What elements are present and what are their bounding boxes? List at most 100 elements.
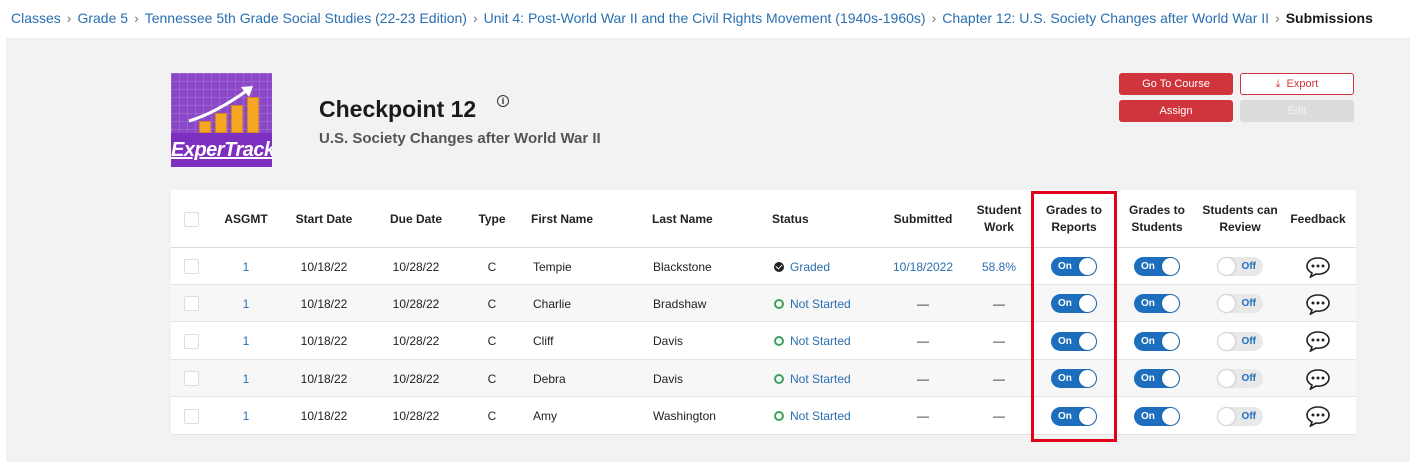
grades-to-students-toggle-label: On xyxy=(1141,335,1155,347)
grades-to-students-toggle[interactable]: On xyxy=(1134,331,1180,351)
row-checkbox[interactable] xyxy=(183,371,199,387)
status-link[interactable]: Graded xyxy=(790,260,830,274)
table-row: 1 10/18/22 10/28/22 C Tempie Blackstone Graded… xyxy=(171,248,1356,285)
grades-to-students-toggle[interactable]: On xyxy=(1134,294,1180,314)
breadcrumb-current: Submissions xyxy=(1285,10,1373,26)
chat-bubble-icon[interactable] xyxy=(1305,368,1331,390)
submitted-value: — xyxy=(917,296,929,311)
column-header-submitted[interactable]: Submitted xyxy=(883,190,963,248)
column-header-type[interactable]: Type xyxy=(471,190,513,248)
students-can-review-toggle-label: Off xyxy=(1241,410,1256,422)
row-checkbox[interactable] xyxy=(183,408,199,424)
student-work-value[interactable]: 58.8% xyxy=(982,260,1016,274)
assign-button[interactable]: Assign xyxy=(1119,100,1233,122)
toggle-knob xyxy=(1218,258,1235,275)
go-to-course-button[interactable]: Go To Course xyxy=(1119,73,1233,95)
due-date-cell: 10/28/22 xyxy=(392,371,440,386)
feedback-cell xyxy=(1283,285,1353,322)
toggle-knob xyxy=(1162,370,1179,388)
breadcrumb-chapter[interactable]: Chapter 12: U.S. Society Changes after W… xyxy=(942,10,1269,26)
breadcrumb-grade[interactable]: Grade 5 xyxy=(77,10,128,26)
start-date-cell: 10/18/22 xyxy=(300,409,348,424)
row-checkbox[interactable] xyxy=(183,259,199,274)
column-header-due-date[interactable]: Due Date xyxy=(379,190,453,248)
grades-to-students-toggle[interactable]: On xyxy=(1134,369,1180,389)
column-header-first-name[interactable]: First Name xyxy=(531,190,641,248)
grades-to-students-toggle[interactable]: On xyxy=(1134,257,1180,276)
column-header-status[interactable]: Status xyxy=(772,190,872,248)
submitted-value: — xyxy=(917,334,929,349)
students-can-review-toggle[interactable]: Off xyxy=(1217,331,1263,351)
student-work-value: — xyxy=(993,409,1005,424)
open-circle-icon xyxy=(774,336,784,347)
row-checkbox[interactable] xyxy=(183,296,199,312)
status-cell: Not Started xyxy=(774,323,884,360)
column-header-student-work[interactable]: Student Work xyxy=(969,190,1029,248)
chat-bubble-icon[interactable] xyxy=(1305,293,1331,315)
grades-to-students-toggle[interactable]: On xyxy=(1134,406,1180,426)
toggle-knob xyxy=(1218,370,1235,388)
select-all-cell[interactable] xyxy=(179,190,203,248)
column-header-start-date[interactable]: Start Date xyxy=(286,190,362,248)
students-can-review-toggle-label: Off xyxy=(1241,335,1256,347)
toggle-knob xyxy=(1162,258,1179,275)
row-select-cell[interactable] xyxy=(179,398,203,435)
table-row: 1 10/18/22 10/28/22 C Charlie Bradshaw Not Sta… xyxy=(171,285,1356,323)
due-date-cell: 10/28/22 xyxy=(392,296,440,311)
row-select-cell[interactable] xyxy=(179,248,203,285)
students-can-review-toggle-label: Off xyxy=(1241,261,1256,272)
first-name-cell: Cliff xyxy=(533,334,554,349)
column-header-last-name[interactable]: Last Name xyxy=(652,190,762,248)
status-link[interactable]: Not Started xyxy=(790,372,851,386)
export-button[interactable]: ⤓ Export xyxy=(1240,73,1354,95)
breadcrumb-unit[interactable]: Unit 4: Post-World War II and the Civil … xyxy=(484,10,926,26)
asgmt-link[interactable]: 1 xyxy=(243,409,250,423)
submitted-value[interactable]: 10/18/2022 xyxy=(893,260,953,274)
column-header-students-can-review[interactable]: Students can Review xyxy=(1201,190,1279,248)
status-link[interactable]: Not Started xyxy=(790,297,851,311)
info-icon[interactable]: i xyxy=(497,95,509,107)
edit-button: Edit xyxy=(1240,100,1354,122)
breadcrumb-classes[interactable]: Classes xyxy=(11,10,61,26)
row-select-cell[interactable] xyxy=(179,360,203,397)
student-work-value: — xyxy=(993,296,1005,311)
last-name-cell: Washington xyxy=(653,409,716,424)
grades-to-students-toggle-label: On xyxy=(1141,298,1155,310)
table-row: 1 10/18/22 10/28/22 C Debra Davis Not Started —… xyxy=(171,360,1356,398)
students-can-review-toggle-label: Off xyxy=(1241,298,1256,310)
students-can-review-toggle[interactable]: Off xyxy=(1217,406,1263,426)
status-link[interactable]: Not Started xyxy=(790,409,851,423)
students-can-review-toggle[interactable]: Off xyxy=(1217,257,1263,276)
chat-bubble-icon[interactable] xyxy=(1305,405,1331,428)
feedback-cell xyxy=(1283,360,1353,397)
column-header-asgmt[interactable]: ASGMT xyxy=(215,190,277,248)
type-cell: C xyxy=(487,334,497,349)
students-can-review-toggle[interactable]: Off xyxy=(1217,369,1263,389)
toggle-knob xyxy=(1218,332,1235,350)
start-date-cell: 10/18/22 xyxy=(300,296,348,311)
start-date-cell: 10/18/22 xyxy=(300,371,348,386)
chevron-right-icon: › xyxy=(472,10,478,26)
last-name-cell: Davis xyxy=(653,334,684,349)
chevron-right-icon: › xyxy=(134,10,139,26)
expertrack-logo: ExperTrack! xyxy=(171,73,272,167)
row-select-cell[interactable] xyxy=(179,323,203,360)
asgmt-link[interactable]: 1 xyxy=(243,372,250,386)
asgmt-link[interactable]: 1 xyxy=(243,260,250,274)
asgmt-link[interactable]: 1 xyxy=(243,297,250,311)
status-link[interactable]: Not Started xyxy=(790,334,851,348)
chat-bubble-icon[interactable] xyxy=(1305,256,1331,278)
column-header-grades-to-students[interactable]: Grades to Students xyxy=(1120,190,1194,248)
row-checkbox[interactable] xyxy=(183,333,199,349)
row-select-cell[interactable] xyxy=(179,285,203,322)
feedback-cell xyxy=(1283,398,1353,435)
type-cell: C xyxy=(487,409,497,424)
select-all-checkbox[interactable] xyxy=(183,211,199,227)
students-can-review-toggle[interactable]: Off xyxy=(1217,294,1263,314)
breadcrumb-course[interactable]: Tennessee 5th Grade Social Studies (22-2… xyxy=(145,10,467,26)
asgmt-link[interactable]: 1 xyxy=(243,334,250,348)
student-work-value: — xyxy=(993,371,1005,386)
feedback-cell xyxy=(1283,323,1353,360)
chat-bubble-icon[interactable] xyxy=(1305,330,1331,353)
last-name-cell: Blackstone xyxy=(653,259,712,274)
